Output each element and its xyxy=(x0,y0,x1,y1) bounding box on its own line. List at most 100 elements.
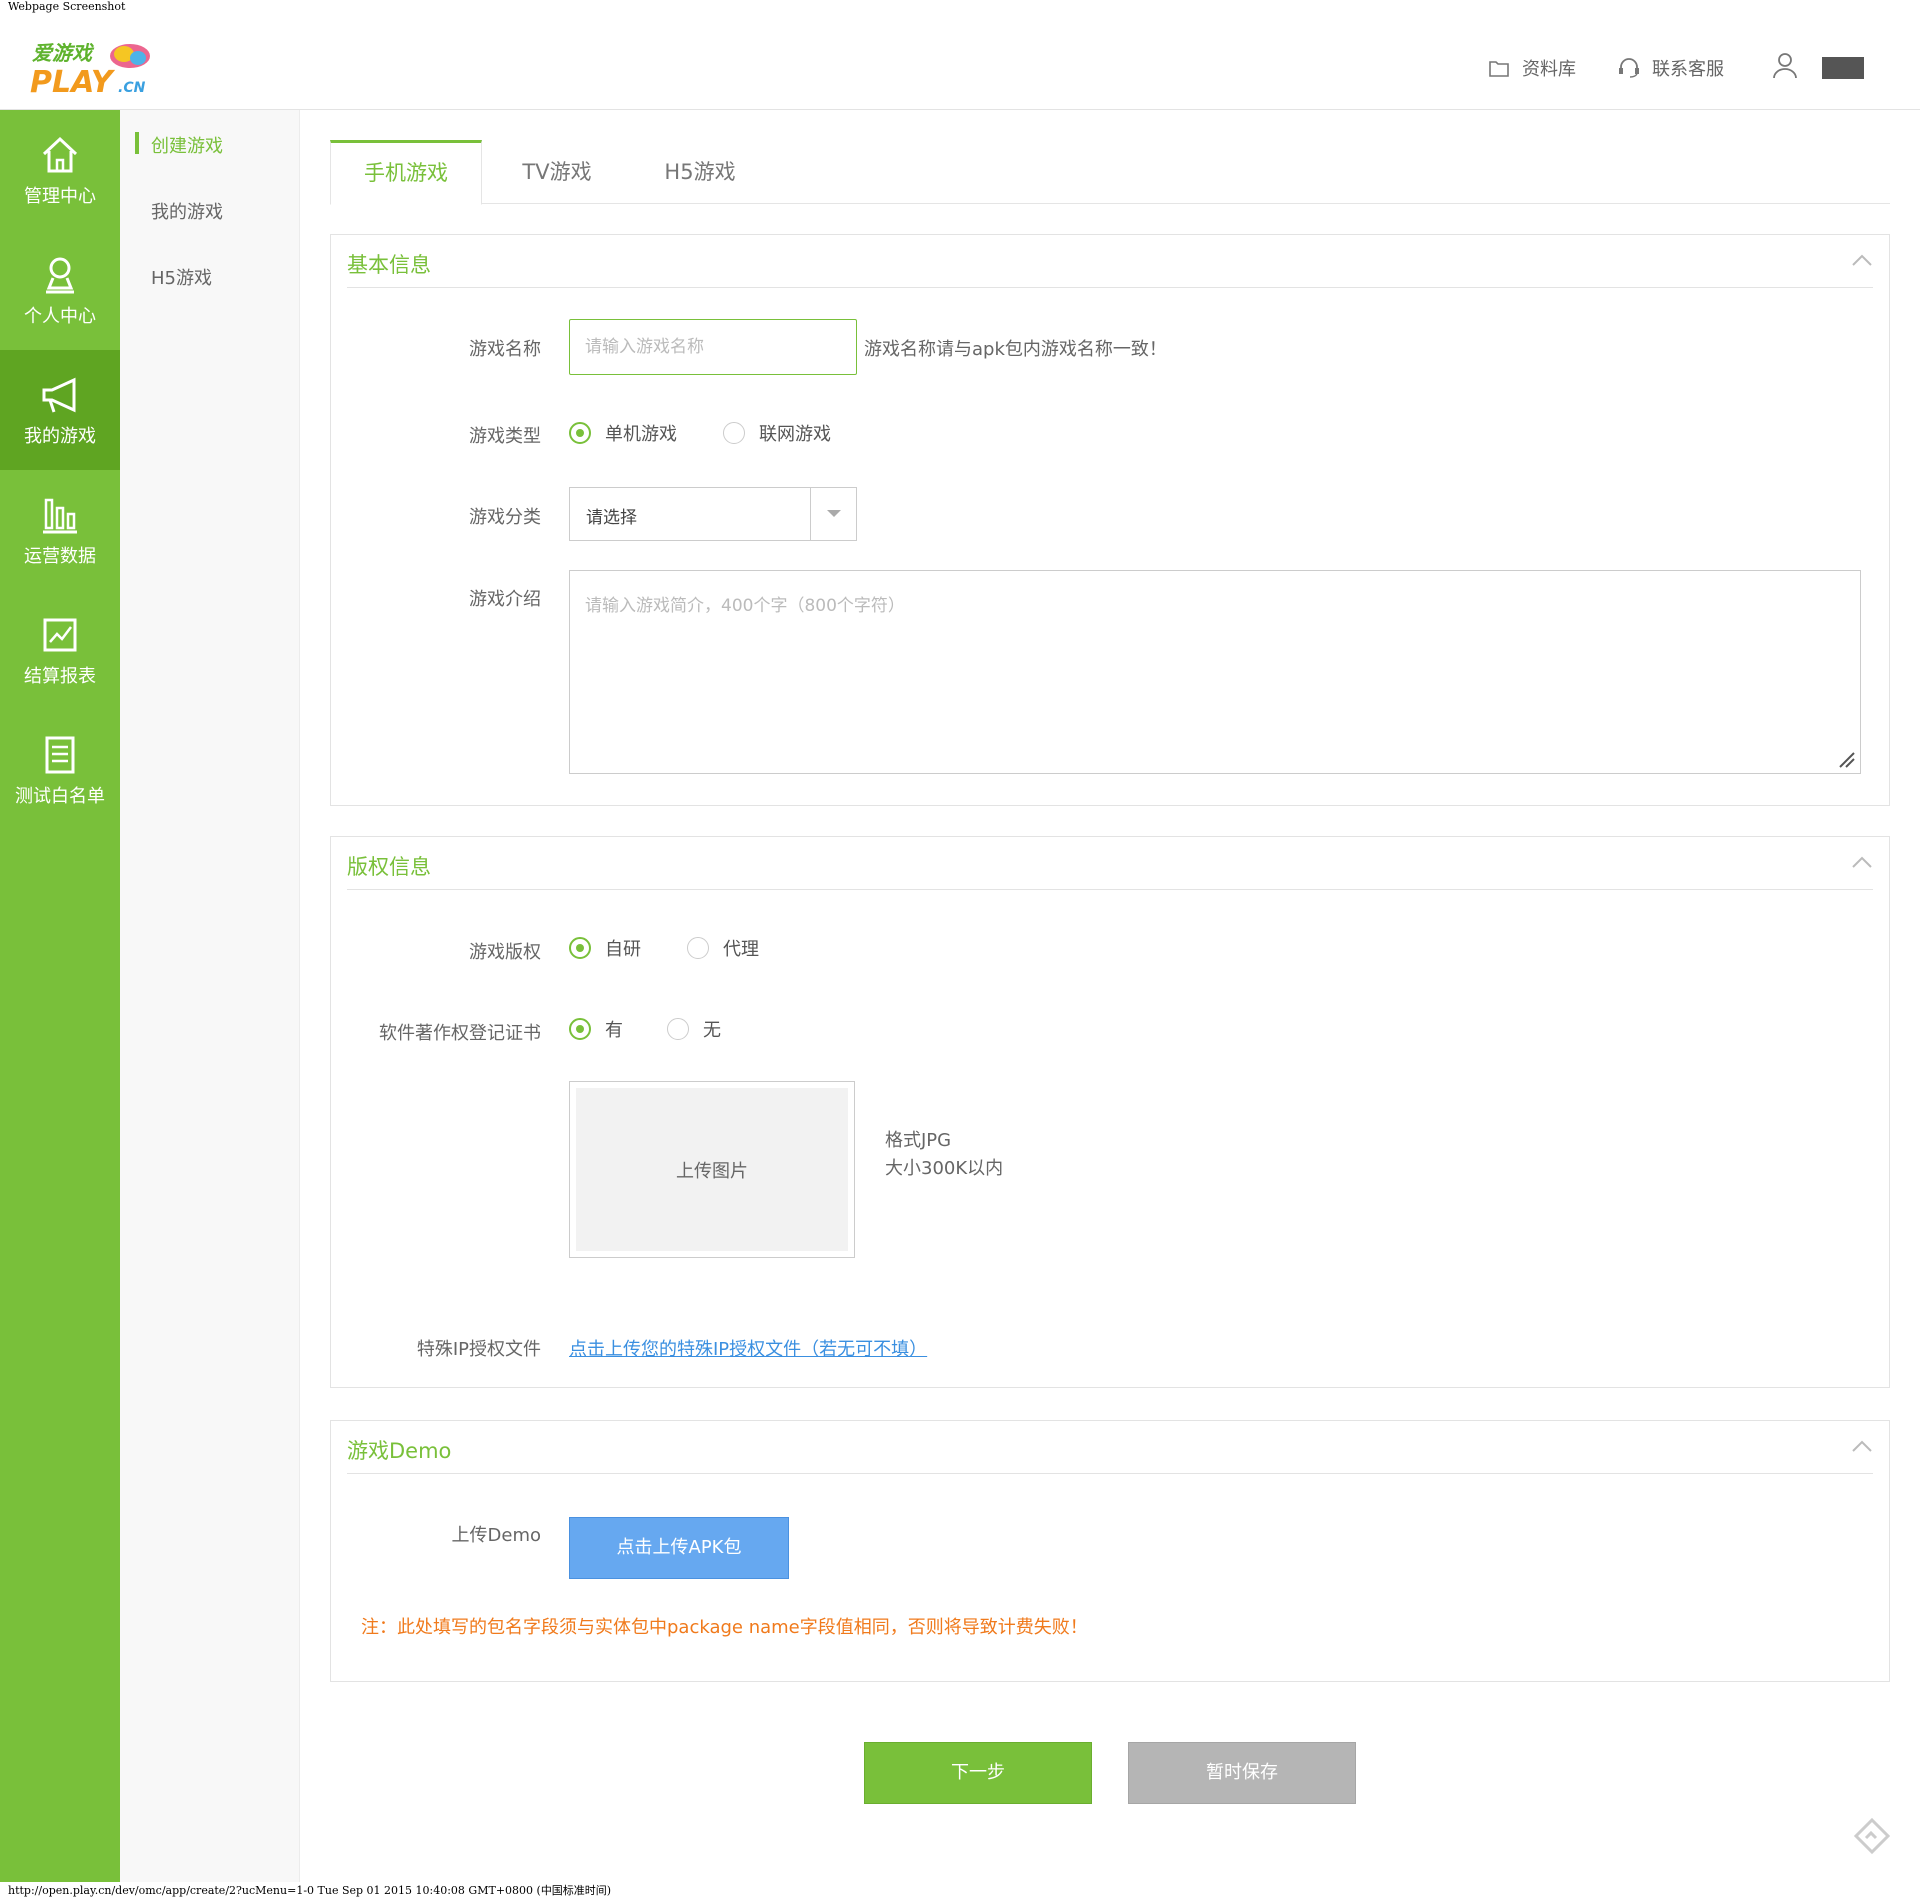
nav-label: 管理中心 xyxy=(24,186,96,207)
status-bar-url: http://open.play.cn/dev/omc/app/create/2… xyxy=(8,1884,612,1897)
headset-icon xyxy=(1616,57,1642,79)
game-type-tabs: 手机游戏 TV游戏 H5游戏 xyxy=(330,140,1890,205)
radio-dot xyxy=(723,422,745,444)
logo-top-text: 爱游戏 xyxy=(32,41,95,65)
support-link[interactable]: 联系客服 xyxy=(1616,55,1724,81)
demo-panel: 游戏Demo 上传Demo 点击上传APK包 注：此处填写的包名字段须与实体包中… xyxy=(330,1420,1890,1682)
folder-icon xyxy=(1486,57,1512,79)
nav-item-settlement[interactable]: 结算报表 xyxy=(0,590,120,710)
panel-divider xyxy=(347,287,1873,288)
line-chart-icon xyxy=(40,614,80,656)
nav-label: 个人中心 xyxy=(24,306,96,327)
intro-textarea[interactable]: 请输入游戏简介，400个字（800个字符） xyxy=(569,570,1861,774)
size-line: 大小300K以内 xyxy=(885,1158,1004,1179)
user-name-block[interactable] xyxy=(1822,57,1864,79)
game-name-input[interactable]: 请输入游戏名称 xyxy=(569,319,857,375)
nav-item-whitelist[interactable]: 测试白名单 xyxy=(0,710,120,830)
panel-title: 游戏Demo xyxy=(347,1439,452,1463)
radio-standalone[interactable]: 单机游戏 xyxy=(569,420,677,446)
main-sidebar: 管理中心 个人中心 我的游戏 运营数据 结算报表 测试白名单 xyxy=(0,110,120,1882)
megaphone-icon xyxy=(40,374,80,416)
category-label: 游戏分类 xyxy=(469,507,541,528)
dropdown-arrow-icon xyxy=(810,488,856,540)
window-caption: Webpage Screenshot xyxy=(8,0,126,13)
next-step-button[interactable]: 下一步 xyxy=(864,1742,1092,1804)
top-header: 爱游戏 PLAY .CN 资料库 联系客服 xyxy=(0,20,1920,110)
play-cn-logo[interactable]: 爱游戏 PLAY .CN xyxy=(28,38,158,100)
radio-label: 无 xyxy=(703,1020,721,1041)
resize-grip-icon[interactable] xyxy=(1836,749,1856,769)
radio-self-developed[interactable]: 自研 xyxy=(569,935,641,961)
collapse-chevron-icon[interactable] xyxy=(1851,253,1873,267)
software-cert-label: 软件著作权登记证书 xyxy=(379,1023,541,1044)
category-select[interactable]: 请选择 xyxy=(569,487,857,541)
tab-tv-games[interactable]: TV游戏 xyxy=(482,140,632,204)
subnav-item-my-games[interactable]: 我的游戏 xyxy=(151,198,223,224)
tab-mobile-games[interactable]: 手机游戏 xyxy=(330,140,482,205)
radio-dot-checked xyxy=(569,937,591,959)
basic-info-panel: 基本信息 游戏名称 请输入游戏名称 游戏名称请与apk包内游戏名称一致！ 游戏类… xyxy=(330,234,1890,806)
copyright-panel: 版权信息 游戏版权 自研 代理 软件著作权登记证书 有 无 上传图片 格式JPG… xyxy=(330,836,1890,1388)
user-icon[interactable] xyxy=(1772,52,1798,80)
package-name-warning: 注：此处填写的包名字段须与实体包中package name字段值相同，否则将导致… xyxy=(361,1617,1088,1638)
bar-chart-icon xyxy=(40,494,80,536)
panel-title: 版权信息 xyxy=(347,855,431,879)
tab-h5-games[interactable]: H5游戏 xyxy=(630,140,770,204)
radio-label: 有 xyxy=(605,1020,623,1041)
feedback-icon[interactable] xyxy=(1852,1816,1892,1856)
collapse-chevron-icon[interactable] xyxy=(1851,855,1873,869)
support-label: 联系客服 xyxy=(1652,59,1724,80)
game-name-hint: 游戏名称请与apk包内游戏名称一致！ xyxy=(864,339,1167,360)
library-link[interactable]: 资料库 xyxy=(1486,55,1576,81)
category-select-value: 请选择 xyxy=(586,508,637,528)
game-name-label: 游戏名称 xyxy=(469,339,541,360)
game-rights-label: 游戏版权 xyxy=(469,942,541,963)
save-draft-button[interactable]: 暂时保存 xyxy=(1128,1742,1356,1804)
subnav-item-create-game[interactable]: 创建游戏 xyxy=(151,132,223,158)
upload-format-hint: 格式JPG 大小300K以内 xyxy=(885,1127,1003,1183)
game-type-label: 游戏类型 xyxy=(469,426,541,447)
upload-image-box[interactable]: 上传图片 xyxy=(569,1081,855,1258)
radio-online[interactable]: 联网游戏 xyxy=(723,420,831,446)
panel-divider xyxy=(347,889,1873,890)
upload-apk-button[interactable]: 点击上传APK包 xyxy=(569,1517,789,1579)
upload-demo-label: 上传Demo xyxy=(451,1525,541,1546)
upload-image-label: 上传图片 xyxy=(576,1088,848,1251)
nav-label: 测试白名单 xyxy=(15,786,105,807)
radio-label: 代理 xyxy=(723,939,759,960)
nav-item-my-games[interactable]: 我的游戏 xyxy=(0,350,120,470)
radio-dot-checked xyxy=(569,422,591,444)
intro-label: 游戏介绍 xyxy=(469,589,541,610)
radio-dot xyxy=(667,1018,689,1040)
radio-cert-no[interactable]: 无 xyxy=(667,1016,721,1042)
ip-auth-label: 特殊IP授权文件 xyxy=(416,1339,541,1360)
library-label: 资料库 xyxy=(1522,59,1576,80)
logo-suffix-text: .CN xyxy=(118,80,146,96)
nav-label: 结算报表 xyxy=(24,666,96,687)
nav-item-personal[interactable]: 个人中心 xyxy=(0,230,120,350)
radio-dot xyxy=(687,937,709,959)
nav-item-operations[interactable]: 运营数据 xyxy=(0,470,120,590)
person-icon xyxy=(40,254,80,296)
intro-placeholder: 请输入游戏简介，400个字（800个字符） xyxy=(585,596,905,616)
subnav-active-indicator xyxy=(135,132,139,154)
subnav-item-h5-games[interactable]: H5游戏 xyxy=(151,264,212,290)
radio-cert-yes[interactable]: 有 xyxy=(569,1016,623,1042)
sub-sidebar: 创建游戏 我的游戏 H5游戏 xyxy=(120,110,300,1882)
collapse-chevron-icon[interactable] xyxy=(1851,1439,1873,1453)
logo-bottom-text: PLAY xyxy=(30,65,116,98)
format-line: 格式JPG xyxy=(885,1130,952,1151)
nav-label: 运营数据 xyxy=(24,546,96,567)
radio-label: 联网游戏 xyxy=(759,424,831,445)
nav-label: 我的游戏 xyxy=(24,426,96,447)
panel-title: 基本信息 xyxy=(347,253,431,277)
home-icon xyxy=(40,134,80,176)
radio-agent[interactable]: 代理 xyxy=(687,935,759,961)
radio-dot-checked xyxy=(569,1018,591,1040)
ip-auth-upload-link[interactable]: 点击上传您的特殊IP授权文件（若无可不填） xyxy=(569,1335,927,1361)
radio-label: 单机游戏 xyxy=(605,424,677,445)
radio-label: 自研 xyxy=(605,939,641,960)
nav-item-management[interactable]: 管理中心 xyxy=(0,110,120,230)
list-icon xyxy=(40,734,80,776)
panel-divider xyxy=(347,1473,1873,1474)
